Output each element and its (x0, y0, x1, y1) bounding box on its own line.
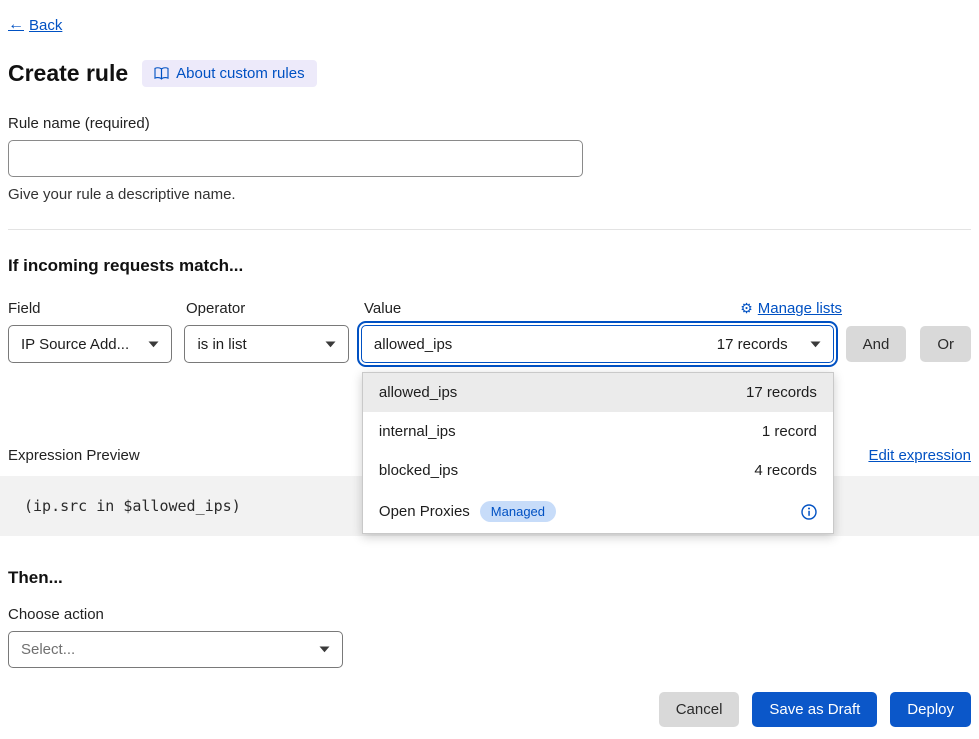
then-section-heading: Then... (8, 568, 971, 588)
match-controls-row: IP Source Add... is in list allowed_ips … (8, 325, 971, 363)
chevron-down-icon (810, 341, 821, 348)
page-title: Create rule (8, 60, 128, 87)
list-item-open-proxies[interactable]: Open Proxies Managed (363, 490, 833, 533)
and-button[interactable]: And (846, 326, 907, 362)
list-dropdown-menu: allowed_ips 17 records internal_ips 1 re… (362, 372, 834, 534)
back-arrow-icon: ← (8, 16, 24, 34)
chevron-down-icon (148, 341, 159, 348)
field-select[interactable]: IP Source Add... (8, 325, 172, 363)
match-section-heading: If incoming requests match... (8, 256, 971, 276)
create-rule-page: ← Back Create rule About custom rules Ru… (0, 0, 979, 727)
value-select-name: allowed_ips (374, 336, 452, 353)
list-item-records: 17 records (746, 384, 817, 401)
operator-select-value: is in list (197, 336, 246, 353)
cancel-button[interactable]: Cancel (659, 692, 740, 727)
chevron-down-icon (325, 341, 336, 348)
list-item-name: internal_ips (379, 423, 456, 440)
action-select[interactable]: Select... (8, 631, 343, 668)
action-select-placeholder: Select... (21, 641, 75, 658)
info-icon[interactable] (801, 504, 817, 520)
footer-actions: Cancel Save as Draft Deploy (8, 692, 971, 727)
expression-code: (ip.src in $allowed_ips) (24, 497, 241, 515)
gear-icon: ⚙ (740, 300, 753, 317)
choose-action-label: Choose action (8, 606, 971, 623)
list-item-name: Open Proxies (379, 503, 470, 520)
list-item-blocked-ips[interactable]: blocked_ips 4 records (363, 451, 833, 490)
list-item-internal-ips[interactable]: internal_ips 1 record (363, 412, 833, 451)
value-select[interactable]: allowed_ips 17 records (361, 325, 834, 363)
operator-label: Operator (186, 300, 352, 317)
edit-expression-link[interactable]: Edit expression (868, 447, 971, 464)
rule-name-input[interactable] (8, 140, 583, 177)
rule-name-helper-text: Give your rule a descriptive name. (8, 186, 971, 203)
rule-name-label: Rule name (required) (8, 115, 971, 132)
list-item-name: allowed_ips (379, 384, 457, 401)
deploy-button[interactable]: Deploy (890, 692, 971, 727)
field-label: Field (8, 300, 174, 317)
list-item-allowed-ips[interactable]: allowed_ips 17 records (363, 373, 833, 412)
list-item-records: 4 records (754, 462, 817, 479)
value-select-wrap: allowed_ips 17 records allowed_ips 17 re… (361, 325, 834, 363)
match-labels-row: Field Operator Value ⚙ Manage lists (8, 300, 971, 317)
section-divider (8, 229, 971, 230)
value-label: Value (364, 300, 401, 317)
or-button[interactable]: Or (920, 326, 971, 362)
operator-select[interactable]: is in list (184, 325, 348, 363)
list-item-name: blocked_ips (379, 462, 458, 479)
chevron-down-icon (319, 646, 330, 653)
book-icon (154, 67, 169, 80)
back-link-label: Back (29, 17, 62, 34)
value-select-records: 17 records (717, 336, 788, 353)
manage-lists-label: Manage lists (758, 300, 842, 317)
back-link[interactable]: ← Back (8, 16, 62, 34)
save-as-draft-button[interactable]: Save as Draft (752, 692, 877, 727)
about-custom-rules-link[interactable]: About custom rules (142, 60, 316, 87)
title-row: Create rule About custom rules (8, 60, 971, 87)
field-select-value: IP Source Add... (21, 336, 129, 353)
managed-badge: Managed (480, 501, 556, 522)
manage-lists-link[interactable]: ⚙ Manage lists (740, 300, 842, 317)
list-item-records: 1 record (762, 423, 817, 440)
about-custom-rules-label: About custom rules (176, 65, 304, 82)
expression-preview-label: Expression Preview (8, 447, 140, 464)
